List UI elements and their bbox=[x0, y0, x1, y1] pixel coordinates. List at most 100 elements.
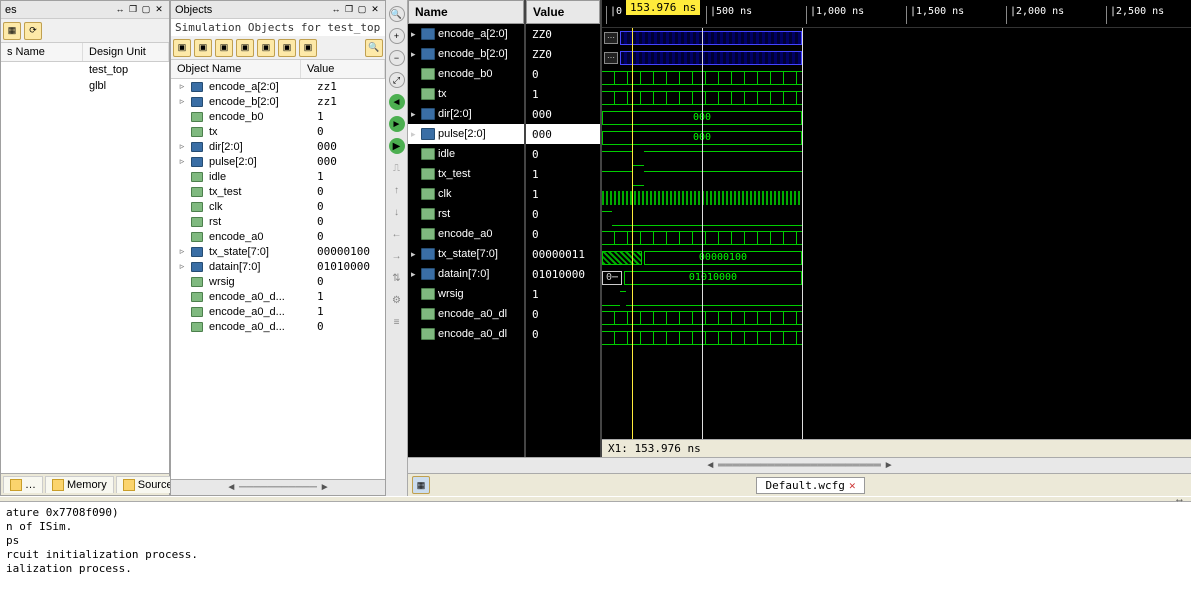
wave-hscroll[interactable]: ◄ ═══════════════════════ ► bbox=[408, 457, 1191, 473]
wave-value-row[interactable]: 000 bbox=[526, 104, 600, 124]
wave-value-row[interactable]: 1 bbox=[526, 184, 600, 204]
wave-signal-row[interactable]: ▸pulse[2:0] bbox=[408, 124, 524, 144]
wave-value-row[interactable]: 0 bbox=[526, 324, 600, 344]
wave-signal-row[interactable]: ▸encode_a0 bbox=[408, 224, 524, 244]
wave-signal-row[interactable]: ▸clk bbox=[408, 184, 524, 204]
object-row[interactable]: ▹ encode_b[2:0] zz1 bbox=[171, 94, 385, 109]
object-row[interactable]: ▹ datain[7:0] 01010000 bbox=[171, 259, 385, 274]
wave-signal-row[interactable]: ▸encode_b[2:0] bbox=[408, 44, 524, 64]
up-icon[interactable]: ↑ bbox=[389, 182, 405, 198]
wave-value-row[interactable]: 1 bbox=[526, 84, 600, 104]
wave-value-row[interactable]: 0 bbox=[526, 204, 600, 224]
expand-icon[interactable]: ▹ bbox=[177, 156, 187, 167]
wave-value-row[interactable]: 0 bbox=[526, 144, 600, 164]
col-object-name[interactable]: Object Name bbox=[171, 60, 301, 78]
marker-icon[interactable]: ⎍ bbox=[389, 160, 405, 176]
wave-signal-row[interactable]: ▸tx_state[7:0] bbox=[408, 244, 524, 264]
maximize-icon[interactable]: ▢ bbox=[140, 4, 152, 16]
next-icon[interactable]: ► bbox=[389, 116, 405, 132]
object-row[interactable]: ▹ tx 0 bbox=[171, 124, 385, 139]
zoom-fit-icon[interactable]: ⤢ bbox=[389, 72, 405, 88]
tb-icon[interactable]: ▣ bbox=[194, 39, 212, 57]
tb-icon[interactable]: ▣ bbox=[173, 39, 191, 57]
tb-icon[interactable]: ▣ bbox=[236, 39, 254, 57]
wave-name-header[interactable]: Name bbox=[408, 0, 524, 24]
wave-signal-row[interactable]: ▸rst bbox=[408, 204, 524, 224]
wave-signal-row[interactable]: ▸tx_test bbox=[408, 164, 524, 184]
resize-separator[interactable] bbox=[0, 496, 1191, 502]
wave-signal-row[interactable]: ▸tx bbox=[408, 84, 524, 104]
run-icon[interactable]: ▶ bbox=[389, 138, 405, 154]
tab-memory[interactable]: Memory bbox=[45, 476, 114, 493]
expand-icon[interactable]: ▹ bbox=[177, 246, 187, 257]
wave-value-row[interactable]: 01010000 bbox=[526, 264, 600, 284]
config-icon[interactable]: ⚙ bbox=[389, 292, 405, 308]
wave-file-icon[interactable]: ▦ bbox=[412, 476, 430, 494]
zoom-icon[interactable]: 🔍 bbox=[389, 6, 405, 22]
object-row[interactable]: ▹ encode_b0 1 bbox=[171, 109, 385, 124]
close-icon[interactable]: ✕ bbox=[369, 4, 381, 16]
col-name[interactable]: s Name bbox=[1, 43, 83, 61]
object-row[interactable]: ▹ encode_a0_d... 1 bbox=[171, 304, 385, 319]
tb-icon-1[interactable]: ▦ bbox=[3, 22, 21, 40]
arrow-icon[interactable]: ↔ bbox=[114, 4, 126, 16]
object-row[interactable]: ▹ wrsig 0 bbox=[171, 274, 385, 289]
wave-value-row[interactable]: ZZ0 bbox=[526, 44, 600, 64]
console-output[interactable]: ature 0x7708f090) n of ISim. ps rcuit in… bbox=[0, 502, 1191, 602]
wave-signal-row[interactable]: ▸encode_a0_dl bbox=[408, 304, 524, 324]
tb-icon[interactable]: ▣ bbox=[299, 39, 317, 57]
wave-canvas[interactable]: ⋯⋯000000000001000⋯01010000 bbox=[602, 28, 1191, 439]
tb-icon-search[interactable]: 🔍 bbox=[365, 39, 383, 57]
expand-icon[interactable]: ▹ bbox=[177, 141, 187, 152]
wave-value-row[interactable]: 0 bbox=[526, 304, 600, 324]
expand-icon[interactable]: ▸ bbox=[411, 129, 419, 140]
cursor-line[interactable] bbox=[632, 28, 633, 439]
tb-icon[interactable]: ▣ bbox=[257, 39, 275, 57]
col-design-unit[interactable]: Design Unit bbox=[83, 43, 169, 61]
zoom-in-icon[interactable]: + bbox=[389, 28, 405, 44]
object-row[interactable]: ▹ tx_test 0 bbox=[171, 184, 385, 199]
expand-icon[interactable]: ▹ bbox=[177, 81, 187, 92]
tb-icon-2[interactable]: ⟳ bbox=[24, 22, 42, 40]
col-object-value[interactable]: Value bbox=[301, 60, 385, 78]
expand-icon[interactable]: ▸ bbox=[411, 269, 419, 280]
object-row[interactable]: ▹ tx_state[7:0] 00000100 bbox=[171, 244, 385, 259]
expand-icon[interactable]: ▹ bbox=[177, 96, 187, 107]
expand-icon[interactable]: ▸ bbox=[411, 29, 419, 40]
wave-signal-row[interactable]: ▸wrsig bbox=[408, 284, 524, 304]
expand-icon[interactable]: ▸ bbox=[411, 49, 419, 60]
wave-signal-row[interactable]: ▸encode_a0_dl bbox=[408, 324, 524, 344]
wave-value-row[interactable]: 0 bbox=[526, 224, 600, 244]
object-row[interactable]: ▹ dir[2:0] 000 bbox=[171, 139, 385, 154]
tb-icon[interactable]: ▣ bbox=[215, 39, 233, 57]
wave-value-row[interactable]: 0 bbox=[526, 64, 600, 84]
object-row[interactable]: ▹ encode_a0 0 bbox=[171, 229, 385, 244]
tb-icon[interactable]: ▣ bbox=[278, 39, 296, 57]
instance-row[interactable]: glbl bbox=[1, 78, 169, 94]
instance-row[interactable]: test_top bbox=[1, 62, 169, 78]
wave-value-row[interactable]: 00000011 bbox=[526, 244, 600, 264]
objects-hscroll[interactable]: ◄ ─────────── ► bbox=[171, 479, 385, 495]
wave-signal-row[interactable]: ▸datain[7:0] bbox=[408, 264, 524, 284]
zoom-out-icon[interactable]: − bbox=[389, 50, 405, 66]
wave-signal-row[interactable]: ▸encode_a[2:0] bbox=[408, 24, 524, 44]
wave-file-tab[interactable]: Default.wcfg ✕ bbox=[756, 477, 864, 494]
object-row[interactable]: ▹ idle 1 bbox=[171, 169, 385, 184]
object-row[interactable]: ▹ clk 0 bbox=[171, 199, 385, 214]
wave-signal-row[interactable]: ▸idle bbox=[408, 144, 524, 164]
left-icon[interactable]: ← bbox=[389, 226, 405, 242]
swap-icon[interactable]: ⇅ bbox=[389, 270, 405, 286]
list-icon[interactable]: ≡ bbox=[389, 314, 405, 330]
wave-signal-row[interactable]: ▸encode_b0 bbox=[408, 64, 524, 84]
wave-signal-row[interactable]: ▸dir[2:0] bbox=[408, 104, 524, 124]
wave-value-header[interactable]: Value bbox=[526, 0, 600, 24]
wave-value-row[interactable]: ZZ0 bbox=[526, 24, 600, 44]
wave-value-row[interactable]: 1 bbox=[526, 284, 600, 304]
close-icon[interactable]: ✕ bbox=[153, 4, 165, 16]
maximize-icon[interactable]: ▢ bbox=[356, 4, 368, 16]
object-row[interactable]: ▹ pulse[2:0] 000 bbox=[171, 154, 385, 169]
restore-icon[interactable]: ❐ bbox=[127, 4, 139, 16]
down-icon[interactable]: ↓ bbox=[389, 204, 405, 220]
expand-icon[interactable]: ▸ bbox=[411, 109, 419, 120]
arrow-icon[interactable]: ↔ bbox=[330, 4, 342, 16]
